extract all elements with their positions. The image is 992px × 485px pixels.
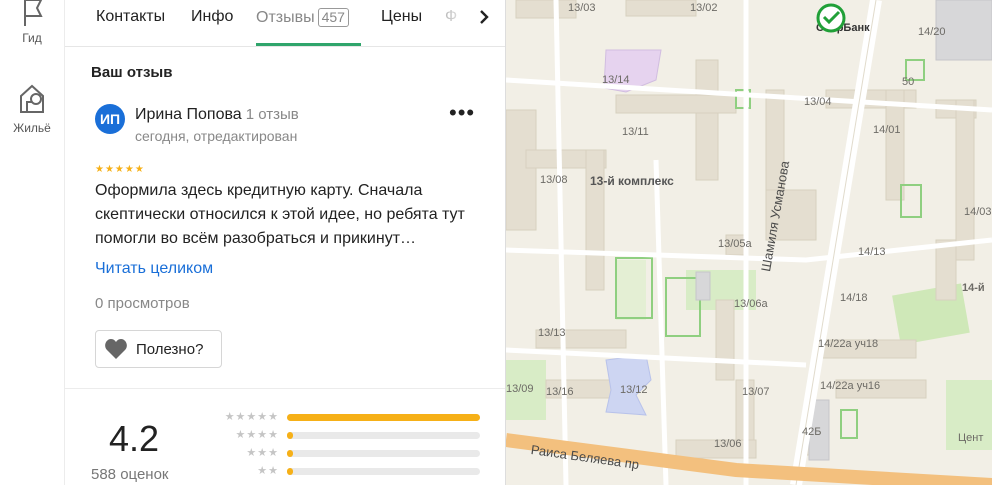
rating-bar-stars: ★★★★	[235, 429, 279, 441]
map-label: 13/05а	[718, 238, 752, 250]
map-label: 13/06	[714, 438, 742, 450]
chevron-right-icon	[478, 9, 490, 30]
review-date: сегодня, отредактирован	[135, 128, 298, 144]
map-label: 13/04	[804, 96, 832, 108]
map-label: 14/01	[873, 124, 901, 136]
rail-item-housing[interactable]: Жильё	[0, 82, 64, 135]
tab-fade	[445, 0, 471, 44]
read-more-link[interactable]: Читать целиком	[95, 260, 213, 278]
tab-prices[interactable]: Цены	[381, 8, 422, 26]
section-title: Ваш отзыв	[91, 64, 173, 81]
map-label: 14/20	[918, 26, 946, 38]
rating-bar-fill	[287, 450, 293, 457]
map-label: 13/06а	[734, 298, 768, 310]
rating-bar-fill	[287, 432, 293, 439]
map-label: Цент	[958, 432, 984, 444]
map-label: 13/09	[506, 383, 534, 395]
left-rail: Гид Жильё	[0, 0, 65, 485]
tab-label: Отзывы	[256, 9, 315, 26]
map-label: 13/16	[546, 386, 574, 398]
map-label: 14/18	[840, 292, 868, 304]
house-icon	[17, 82, 47, 119]
org-panel: Контакты Инфо Отзывы457 Цены Ф Ваш отзыв…	[65, 0, 506, 485]
divider	[65, 388, 505, 389]
rating-bar-stars: ★★	[257, 465, 279, 477]
active-tab-indicator	[256, 43, 361, 46]
rating-bar-fill	[287, 468, 293, 475]
useful-button[interactable]: Полезно?	[95, 330, 222, 368]
map-label: 13/13	[538, 327, 566, 339]
map-label: 14/03	[964, 206, 992, 218]
map-label: 13/03	[568, 2, 596, 14]
avatar[interactable]: ИП	[95, 104, 125, 134]
map-label: 42Б	[802, 426, 822, 438]
heart-icon	[104, 338, 128, 360]
map-label: 13/02	[690, 2, 718, 14]
tab-contacts[interactable]: Контакты	[96, 8, 165, 26]
flag-icon	[19, 0, 45, 33]
map-label: 14/22а уч16	[820, 380, 881, 392]
review-menu-button[interactable]: •••	[449, 102, 474, 128]
tabs-scroll-right-button[interactable]	[471, 6, 497, 32]
tab-info[interactable]: Инфо	[191, 8, 233, 26]
useful-label: Полезно?	[136, 340, 204, 358]
rating-count: 588 оценок	[91, 466, 169, 483]
map-label: 13/08	[540, 174, 568, 186]
rating-bar-track	[287, 468, 480, 475]
district-label: 13-й комплекс	[590, 174, 674, 188]
map-label: 13/12	[620, 384, 648, 396]
author-review-count: 1 отзыв	[245, 106, 299, 123]
rail-item-label: Гид	[22, 31, 42, 45]
map-view[interactable]: СберБанк 13/03 13/02 14/20 13/14 50 13/0…	[506, 0, 992, 485]
rating-bar-track	[287, 432, 480, 439]
rail-item-label: Жильё	[13, 121, 51, 135]
map-label: 14-й	[962, 282, 985, 294]
author-name: Ирина Попова	[135, 106, 242, 123]
map-label: 14/13	[858, 246, 886, 258]
tab-reviews[interactable]: Отзывы 457	[256, 8, 349, 27]
tab-bar: Контакты Инфо Отзывы457 Цены Ф	[65, 0, 505, 47]
map-label: 13/14	[602, 74, 630, 86]
review-text: Оформила здесь кредитную карту. Сначала …	[95, 182, 465, 247]
rating-bar-track	[287, 450, 480, 457]
map-label: 14/22а уч18	[818, 338, 879, 350]
map-label: 50	[902, 76, 915, 88]
poi-sberbank[interactable]: СберБанк	[816, 3, 870, 34]
rating-bar-stars: ★★★	[246, 447, 279, 459]
rating-bar-track	[287, 414, 480, 421]
review-views: 0 просмотров	[95, 295, 190, 312]
rating-bar-fill	[287, 414, 480, 421]
reviews-count-badge: 457	[317, 8, 349, 27]
map-label: 13/07	[742, 386, 770, 398]
rating-bar-stars: ★★★★★	[224, 411, 279, 423]
review-author[interactable]: Ирина Попова 1 отзыв	[135, 106, 299, 124]
rail-item-guide[interactable]: Гид	[0, 0, 64, 45]
rating-value: 4.2	[109, 418, 160, 459]
map-label: 13/11	[622, 126, 649, 138]
review-stars: ★★★★★	[95, 164, 145, 175]
